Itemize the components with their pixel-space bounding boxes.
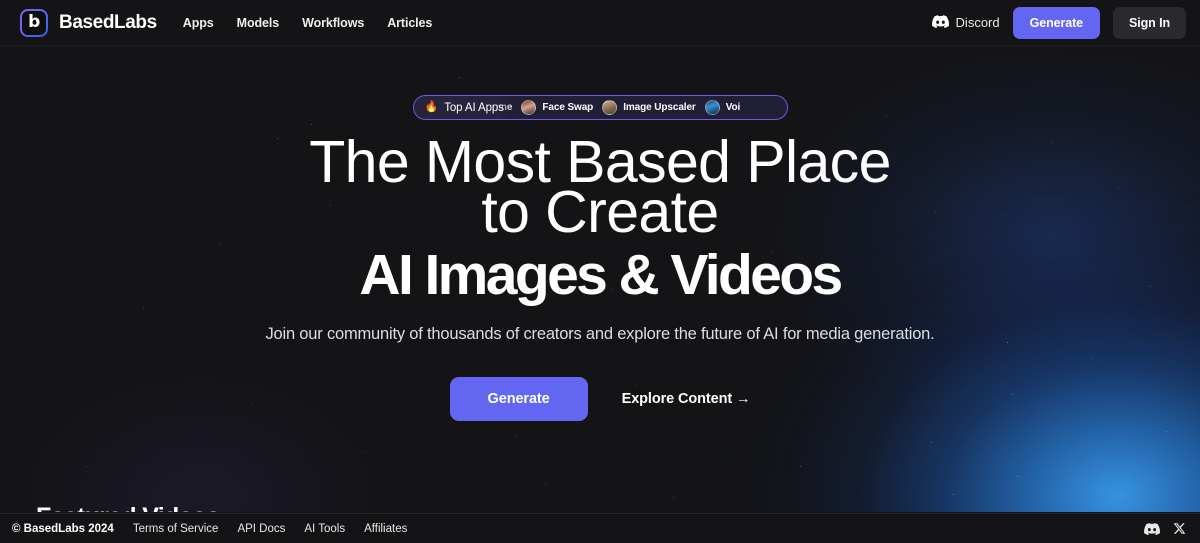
ticker-item-label: Voi bbox=[725, 102, 741, 113]
brand-name[interactable]: BasedLabs bbox=[59, 12, 157, 34]
flame-icon: 🔥 bbox=[424, 101, 439, 113]
footer-link-api-docs[interactable]: API Docs bbox=[237, 523, 285, 535]
footer-link-affiliates[interactable]: Affiliates bbox=[364, 523, 407, 535]
ticker-badge: 🔥 Top AI Apps bbox=[413, 96, 513, 119]
hero-headline-line-1: The Most Based Place to Create bbox=[309, 129, 891, 245]
main-nav: Apps Models Workflows Articles bbox=[183, 16, 433, 30]
footer-link-ai-tools[interactable]: AI Tools bbox=[304, 523, 345, 535]
nav-item-articles[interactable]: Articles bbox=[387, 16, 432, 30]
discord-icon[interactable] bbox=[1144, 522, 1160, 535]
nav-item-apps[interactable]: Apps bbox=[183, 16, 214, 30]
sign-in-button[interactable]: Sign In bbox=[1113, 6, 1186, 39]
featured-videos-section: Featured Videos Explore all videos › bbox=[0, 502, 1200, 512]
footer-social-links bbox=[1144, 522, 1186, 535]
ticker-item-voice[interactable]: Voi bbox=[704, 100, 741, 115]
hero-generate-button[interactable]: Generate bbox=[449, 377, 588, 421]
footer-link-terms[interactable]: Terms of Service bbox=[133, 523, 219, 535]
footer-bar: © BasedLabs 2024 Terms of Service API Do… bbox=[0, 513, 1200, 543]
ticker-item-label: Image Upscaler bbox=[623, 102, 696, 113]
hero-headline-line-2: AI Images & Videos bbox=[359, 243, 843, 307]
logo-icon-inner: b bbox=[22, 10, 46, 35]
discord-label: Discord bbox=[955, 15, 1000, 30]
x-icon[interactable] bbox=[1173, 522, 1186, 535]
ticker-badge-label: Top AI Apps bbox=[444, 101, 504, 114]
ticker-avatar bbox=[521, 100, 537, 115]
ticker-item-face-swap[interactable]: Face Swap bbox=[521, 100, 593, 115]
header-actions: Discord Generate Sign In bbox=[931, 6, 1186, 39]
top-navigation-bar: b BasedLabs Apps Models Workflows Articl… bbox=[0, 0, 1200, 46]
nav-item-workflows[interactable]: Workflows bbox=[302, 16, 364, 30]
discord-link[interactable]: Discord bbox=[931, 14, 1000, 31]
header-generate-button[interactable]: Generate bbox=[1012, 6, 1101, 39]
footer-copyright: © BasedLabs 2024 bbox=[12, 522, 114, 535]
featured-videos-title: Featured Videos bbox=[36, 502, 1164, 512]
logo-icon[interactable]: b bbox=[20, 8, 48, 37]
hero-subtitle: Join our community of thousands of creat… bbox=[265, 325, 935, 343]
landing-page: b BasedLabs Apps Models Workflows Articl… bbox=[0, 0, 1200, 543]
footer-links: © BasedLabs 2024 Terms of Service API Do… bbox=[12, 523, 407, 535]
hero-section: ce Clone Face Swap Image Upscaler Voi bbox=[0, 46, 1200, 512]
ticker-item-image-upscaler[interactable]: Image Upscaler bbox=[602, 100, 696, 115]
logo-glyph: b bbox=[28, 12, 40, 32]
ticker-avatar bbox=[602, 100, 618, 115]
hero-cta-row: Generate Explore Content → bbox=[449, 377, 751, 421]
ticker-item-label: Face Swap bbox=[542, 102, 594, 113]
top-ai-apps-ticker[interactable]: ce Clone Face Swap Image Upscaler Voi bbox=[412, 95, 788, 120]
explore-content-button[interactable]: Explore Content → bbox=[622, 391, 751, 407]
ticker-avatar bbox=[704, 100, 720, 115]
hero-content: ce Clone Face Swap Image Upscaler Voi bbox=[0, 46, 1200, 512]
discord-icon bbox=[931, 14, 949, 31]
nav-item-models[interactable]: Models bbox=[237, 16, 280, 30]
